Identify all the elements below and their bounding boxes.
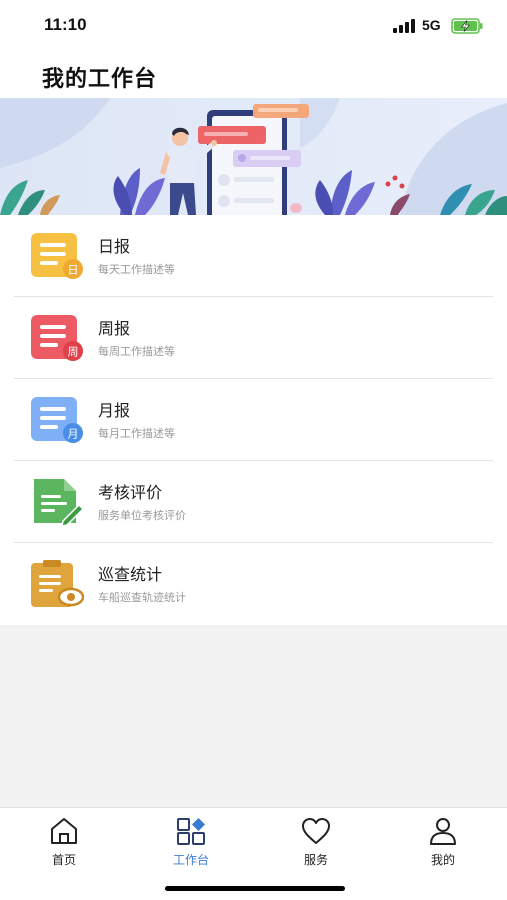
menu-item-daily-report[interactable]: 日 日报 每天工作描述等: [0, 215, 507, 297]
menu-description: 车船巡查轨迹统计: [98, 591, 186, 604]
tab-service[interactable]: 服务: [276, 816, 356, 868]
user-icon: [430, 818, 456, 845]
daily-report-icon: 日: [31, 233, 83, 279]
menu-label: 月报: [98, 401, 131, 420]
monthly-report-icon: 月: [31, 397, 83, 443]
home-icon: [51, 818, 77, 844]
tab-workbench[interactable]: 工作台: [151, 816, 231, 868]
monthly-badge: 月: [68, 428, 79, 441]
tab-label: 服务: [303, 853, 328, 867]
menu-item-evaluation[interactable]: 考核评价 服务单位考核评价: [0, 461, 507, 543]
tab-home[interactable]: 首页: [24, 816, 104, 868]
banner-illustration: [0, 98, 507, 215]
menu-description: 服务单位考核评价: [98, 509, 186, 522]
status-time: 11:10: [44, 15, 87, 34]
workbench-icon: [177, 818, 205, 845]
tab-label: 我的: [430, 853, 455, 867]
status-bar: 11:10 5G: [0, 0, 507, 52]
menu-description: 每周工作描述等: [98, 345, 175, 358]
menu-item-monthly-report[interactable]: 月 月报 每月工作描述等: [0, 379, 507, 461]
weekly-badge: 周: [68, 346, 79, 359]
weekly-report-icon: 周: [31, 315, 83, 361]
menu-label: 巡查统计: [98, 565, 163, 584]
heart-icon: [302, 818, 330, 844]
menu-label: 考核评价: [98, 483, 163, 502]
tab-label: 首页: [51, 853, 76, 867]
menu-item-weekly-report[interactable]: 周 周报 每周工作描述等: [0, 297, 507, 379]
menu-description: 每天工作描述等: [98, 263, 175, 276]
battery-charging-icon: [451, 18, 483, 34]
tab-mine[interactable]: 我的: [403, 816, 483, 868]
patrol-clipboard-icon: [31, 560, 84, 607]
signal-icon: [393, 19, 415, 33]
menu-label: 周报: [98, 319, 131, 338]
menu-item-patrol-statistics[interactable]: 巡查统计 车船巡查轨迹统计: [0, 543, 507, 625]
menu-description: 每月工作描述等: [98, 427, 175, 440]
network-type: 5G: [422, 17, 441, 33]
home-indicator: [165, 886, 345, 891]
tab-label: 工作台: [172, 853, 209, 867]
menu-label: 日报: [98, 237, 131, 256]
workbench-menu: 日 日报 每天工作描述等 周 周报 每周工作描述等 月 月报 每月工作描述等 考…: [0, 215, 507, 625]
evaluation-document-icon: [34, 479, 84, 527]
daily-badge: 日: [68, 264, 79, 277]
page-header: 我的工作台: [0, 52, 507, 98]
page-title: 我的工作台: [42, 67, 158, 92]
